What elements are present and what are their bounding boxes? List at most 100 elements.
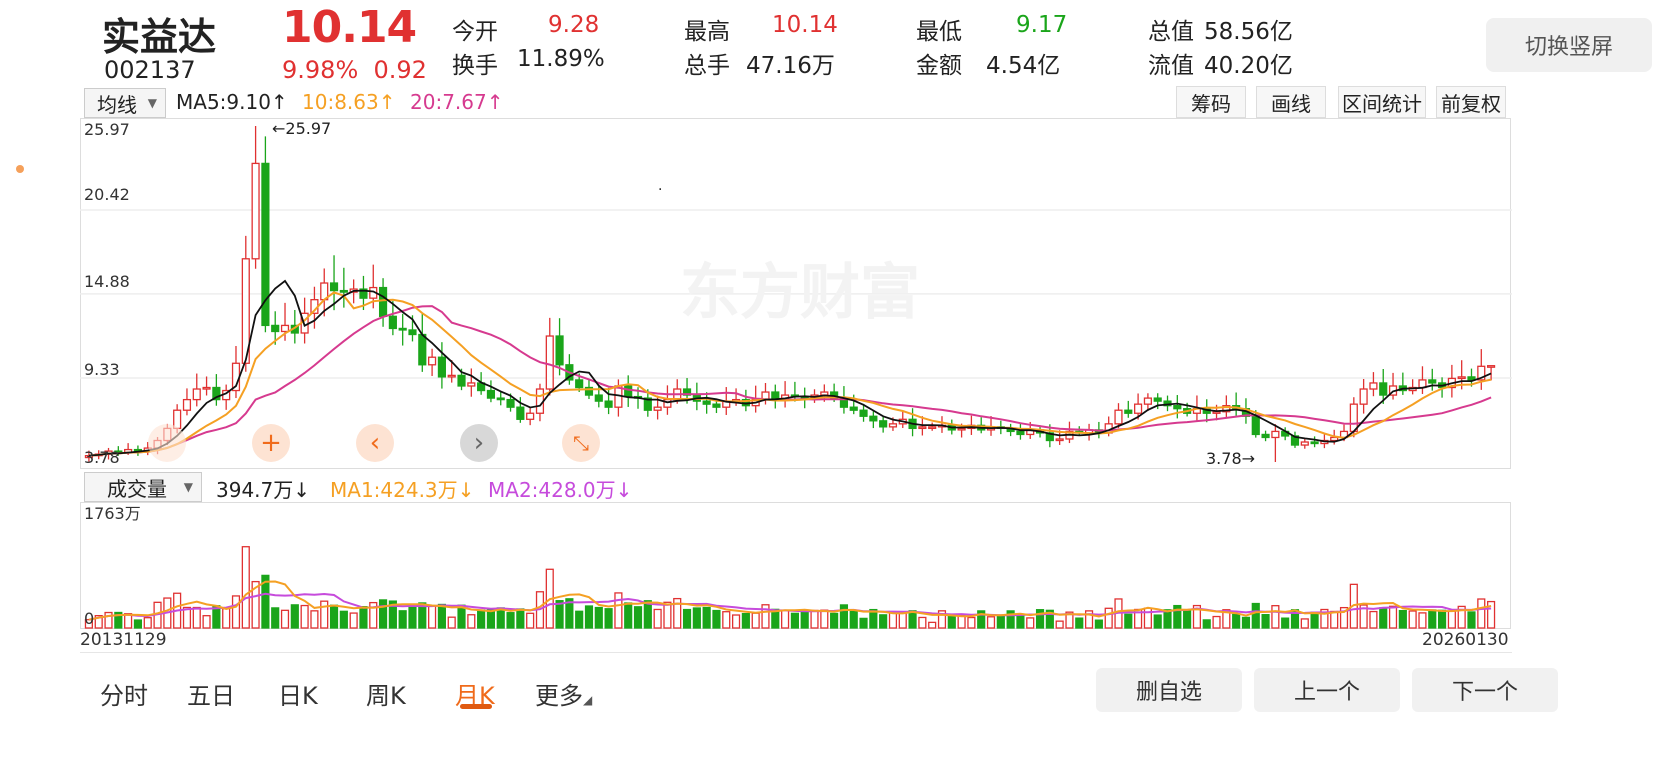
candle: [918, 426, 927, 430]
scroll-left-button[interactable]: ‹: [356, 424, 394, 462]
volume-bar: [614, 592, 623, 629]
volume-bar: [526, 612, 535, 629]
candle: [1457, 376, 1466, 380]
max-price-marker: ←25.97: [272, 119, 331, 138]
volume-bar: [1447, 610, 1456, 629]
volume-bar: [1388, 605, 1398, 629]
volume-bar: [280, 609, 290, 629]
candle: [712, 403, 721, 408]
active-tab-indicator: [460, 704, 492, 709]
candle: [329, 282, 339, 292]
volume-bar: [1094, 619, 1103, 629]
volume-bar: [800, 609, 809, 629]
adjust-price-button[interactable]: 前复权: [1436, 86, 1506, 118]
volume-bar: [1212, 615, 1221, 629]
kline-chart[interactable]: 东方财富 25.97 20.42 14.88 9.33 3.78 ←25.97 …: [80, 118, 1512, 470]
volume-bar: [467, 614, 476, 629]
date-end: 20260130: [1422, 630, 1509, 650]
collapse-button[interactable]: ⤡: [562, 424, 600, 462]
volume-bar: [339, 610, 348, 629]
volume-bar: [1408, 610, 1417, 629]
volume-bar: [378, 599, 388, 629]
float-value-label: 流值: [1148, 53, 1194, 79]
volume-bar: [1163, 609, 1172, 629]
zoom-in-button[interactable]: +: [252, 424, 290, 462]
volume-bar: [633, 606, 643, 629]
high-value: 10.14: [772, 12, 838, 38]
volume-selector[interactable]: 成交量 ▼: [84, 472, 202, 502]
candle: [1016, 430, 1025, 436]
candle: [408, 329, 417, 336]
candle: [280, 324, 290, 333]
change-amount: 0.92: [373, 56, 427, 84]
chevron-down-icon: ▼: [147, 96, 157, 110]
candle: [604, 400, 613, 408]
previous-stock-button[interactable]: 上一个: [1254, 668, 1400, 712]
candle: [879, 420, 888, 428]
amount-value: 4.54亿: [986, 53, 1061, 79]
date-start: 20131129: [80, 630, 167, 650]
status-dot: [16, 165, 24, 173]
tab-daily-k[interactable]: 日K: [278, 676, 318, 711]
volume-bar: [624, 602, 633, 629]
candle: [594, 394, 603, 402]
draw-line-button[interactable]: 画线: [1256, 86, 1326, 118]
volume-bar: [1261, 614, 1270, 629]
volume-bar: [1271, 605, 1280, 629]
remove-favorite-button[interactable]: 删自选: [1096, 668, 1242, 712]
candle: [516, 406, 525, 420]
volume-bar: [1153, 614, 1162, 629]
volume-bar: [751, 612, 760, 629]
volume-bar: [731, 614, 741, 629]
volume-bar: [320, 600, 329, 629]
price-tick-2: 20.42: [84, 185, 130, 204]
chips-button[interactable]: 筹码: [1176, 86, 1246, 118]
stock-code: 002137: [104, 56, 196, 84]
volume-bar: [830, 612, 839, 629]
candle: [506, 398, 515, 408]
volume-bar: [349, 612, 358, 629]
volume-chart[interactable]: 1763万 0: [80, 502, 1512, 630]
candle: [271, 324, 280, 333]
tab-weekly-k[interactable]: 周K: [366, 676, 406, 711]
high-label: 最高: [684, 19, 730, 45]
volume-bar: [222, 607, 231, 629]
volume-bar: [839, 604, 849, 629]
zoom-out-button[interactable]: [148, 424, 186, 462]
volume-bar: [310, 610, 319, 629]
volume-bar: [1477, 598, 1486, 629]
volume-bar: [1026, 617, 1035, 629]
tab-more[interactable]: 更多◢: [535, 676, 592, 711]
price-tick-3: 14.88: [84, 272, 130, 291]
scroll-right-button[interactable]: ›: [460, 424, 498, 462]
volume-bar: [447, 616, 456, 629]
volume-bar: [722, 611, 731, 629]
total-value-label: 总值: [1148, 19, 1194, 45]
volume-bar: [496, 607, 505, 629]
change-percent: 9.98%: [282, 56, 359, 84]
range-stats-button[interactable]: 区间统计: [1338, 86, 1426, 118]
volume-bar: [584, 605, 594, 629]
cursor-dot: ·: [658, 182, 662, 198]
volume-bar: [192, 606, 201, 629]
volume-bar: [1104, 607, 1113, 629]
volume-bar: [1232, 613, 1241, 629]
tab-five-day[interactable]: 五日: [187, 676, 235, 711]
float-value: 40.20亿: [1204, 53, 1293, 79]
switch-portrait-button[interactable]: 切换竖屏: [1486, 18, 1652, 72]
volume-bar: [712, 609, 721, 629]
candle: [1124, 409, 1133, 414]
volume-bar: [888, 611, 898, 629]
candle: [437, 356, 446, 378]
next-stock-button[interactable]: 下一个: [1412, 668, 1558, 712]
candle: [535, 388, 545, 414]
volume-bar: [810, 609, 819, 629]
ma-selector[interactable]: 均线 ▼: [84, 88, 166, 118]
tab-more-label: 更多: [535, 682, 583, 710]
candle: [702, 400, 711, 405]
volume-bar: [398, 610, 407, 629]
volume-bar: [241, 546, 250, 629]
tab-intraday[interactable]: 分时: [100, 676, 148, 711]
candle: [624, 385, 633, 398]
candle: [398, 327, 407, 331]
